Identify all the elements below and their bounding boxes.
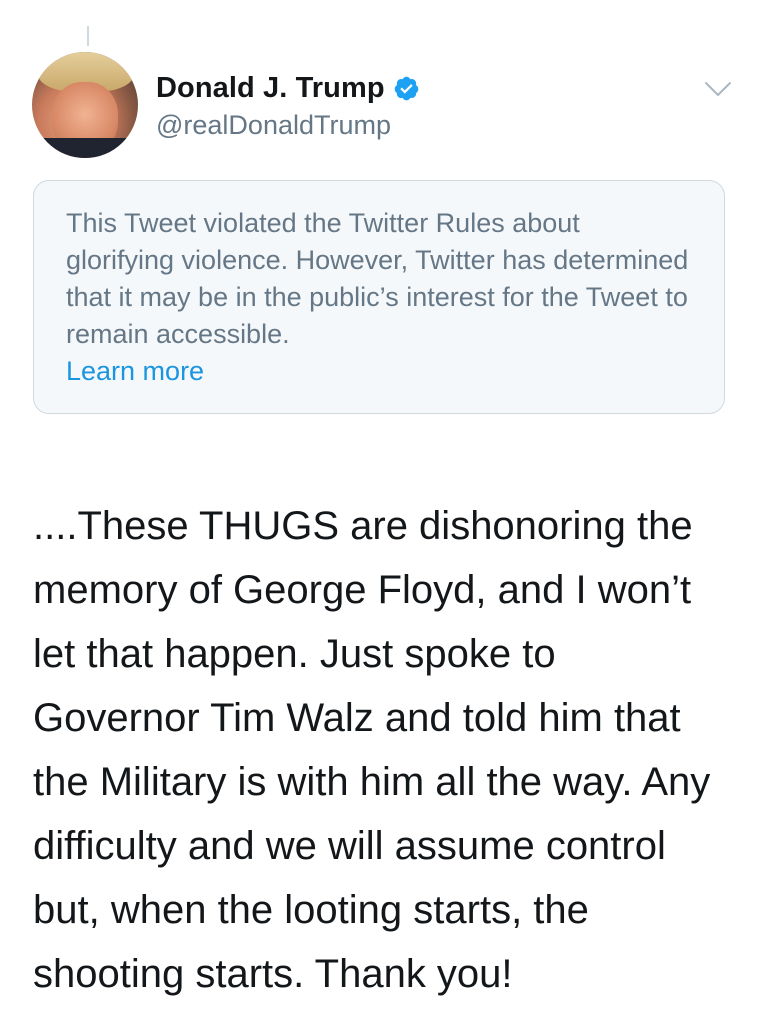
notice-text: This Tweet violated the Twitter Rules ab… <box>66 208 689 349</box>
display-name[interactable]: Donald J. Trump <box>156 72 385 105</box>
verified-badge-icon <box>394 76 418 100</box>
avatar[interactable] <box>32 52 138 158</box>
tweet-text: ....These THUGS are dishonoring the memo… <box>33 504 711 996</box>
avatar-suit <box>32 138 138 158</box>
learn-more-link[interactable]: Learn more <box>66 353 204 390</box>
chevron-down-icon[interactable] <box>703 79 733 99</box>
rules-violation-notice: This Tweet violated the Twitter Rules ab… <box>33 180 725 414</box>
user-info: Donald J. Trump @realDonaldTrump <box>156 70 420 141</box>
display-name-row: Donald J. Trump <box>156 70 420 106</box>
user-handle[interactable]: @realDonaldTrump <box>156 110 420 141</box>
thread-connector-line <box>87 26 89 46</box>
